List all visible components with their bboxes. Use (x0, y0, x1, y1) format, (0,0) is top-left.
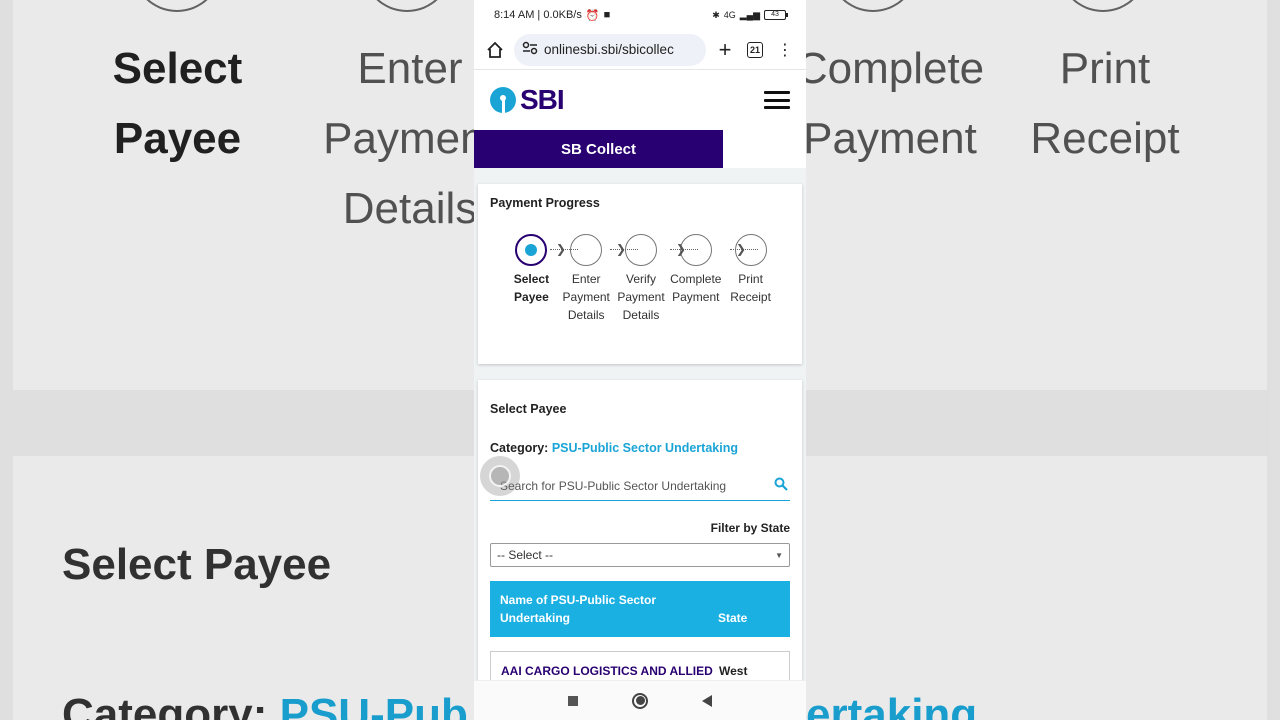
step-enter-payment-details: Enter Payment Details (559, 234, 614, 324)
sbi-logo-text: SBI (520, 84, 565, 115)
more-menu-icon[interactable]: ⋮ (774, 39, 796, 61)
address-bar[interactable]: onlinesbi.sbi/sbicollec (514, 33, 706, 66)
dropdown-arrow-icon: ▼ (775, 550, 783, 560)
filter-by-state-label: Filter by State (710, 521, 790, 535)
payment-progress-card: Payment Progress Select Payee Enter Paymen… (478, 184, 802, 364)
status-time: 8:14 AM | 0.0KB/s (494, 9, 582, 21)
payment-progress-title: Payment Progress (490, 196, 600, 210)
home-icon[interactable] (484, 39, 506, 61)
category-value[interactable]: PSU-Public Sector Undertaking (552, 441, 738, 455)
site-settings-icon[interactable] (522, 41, 538, 58)
step-circle (624, 234, 657, 266)
chevron-right-icon: ❯ (556, 242, 567, 256)
step-print-receipt: Print Receipt (723, 234, 778, 324)
step-select-payee: Select Payee (504, 234, 559, 324)
tabs-button[interactable]: 21 (744, 39, 766, 61)
network-label: 4G (723, 10, 736, 20)
android-nav-bar (474, 680, 806, 720)
touch-indicator (480, 456, 520, 496)
column-header-name: Name of PSU-Public Sector Undertaking (500, 593, 657, 625)
step-circle-active (515, 234, 548, 266)
chevron-right-icon: ❯ (616, 242, 627, 256)
status-bar: 8:14 AM | 0.0KB/s ⏰ ■ ✱ 4G ▂▄▆ 43 (474, 0, 806, 30)
column-header-state: State (718, 611, 748, 625)
phone-screen: 8:14 AM | 0.0KB/s ⏰ ■ ✱ 4G ▂▄▆ 43 online… (474, 0, 806, 720)
chevron-right-icon: ❯ (736, 242, 747, 256)
back-button-icon[interactable] (702, 694, 712, 707)
home-button-icon[interactable] (632, 692, 648, 709)
signal-icon: ▂▄▆ (739, 9, 760, 20)
progress-steps: Select Payee Enter Payment Details Verify Pa… (490, 234, 790, 324)
search-input[interactable]: Search for PSU-Public Sector Undertaking (490, 471, 790, 501)
url-text: onlinesbi.sbi/sbicollec (544, 42, 674, 57)
new-tab-icon[interactable]: + (714, 37, 736, 62)
recents-button-icon[interactable] (568, 695, 578, 706)
video-icon: ■ (603, 9, 611, 21)
main-content: Payment Progress Select Payee Enter Paymen… (474, 168, 806, 700)
sbi-logo[interactable]: SBI (490, 84, 565, 116)
site-header: SBI (474, 70, 806, 130)
search-icon[interactable] (774, 477, 788, 494)
chevron-right-icon: ❯ (676, 242, 687, 256)
search-placeholder: Search for PSU-Public Sector Undertaking (500, 478, 727, 493)
browser-toolbar: onlinesbi.sbi/sbicollec + 21 ⋮ (474, 30, 806, 70)
table-header: Name of PSU-Public Sector Undertaking Sta… (490, 581, 790, 637)
sbi-logo-icon (490, 87, 516, 113)
category-line: Category: PSU-Public Sector Undertaking (490, 441, 738, 455)
battery-icon: 43 (764, 10, 788, 20)
alarm-icon: ⏰ (585, 9, 600, 22)
select-payee-title: Select Payee (490, 402, 567, 416)
sb-collect-tab[interactable]: SB Collect (474, 130, 723, 168)
bluetooth-icon: ✱ (712, 9, 720, 20)
hamburger-menu-icon[interactable] (764, 91, 790, 109)
step-circle (570, 234, 603, 266)
tab-count: 21 (747, 41, 763, 58)
select-payee-card: Select Payee Category: PSU-Public Sector… (478, 380, 802, 700)
state-select[interactable]: -- Select -- ▼ (490, 543, 790, 567)
